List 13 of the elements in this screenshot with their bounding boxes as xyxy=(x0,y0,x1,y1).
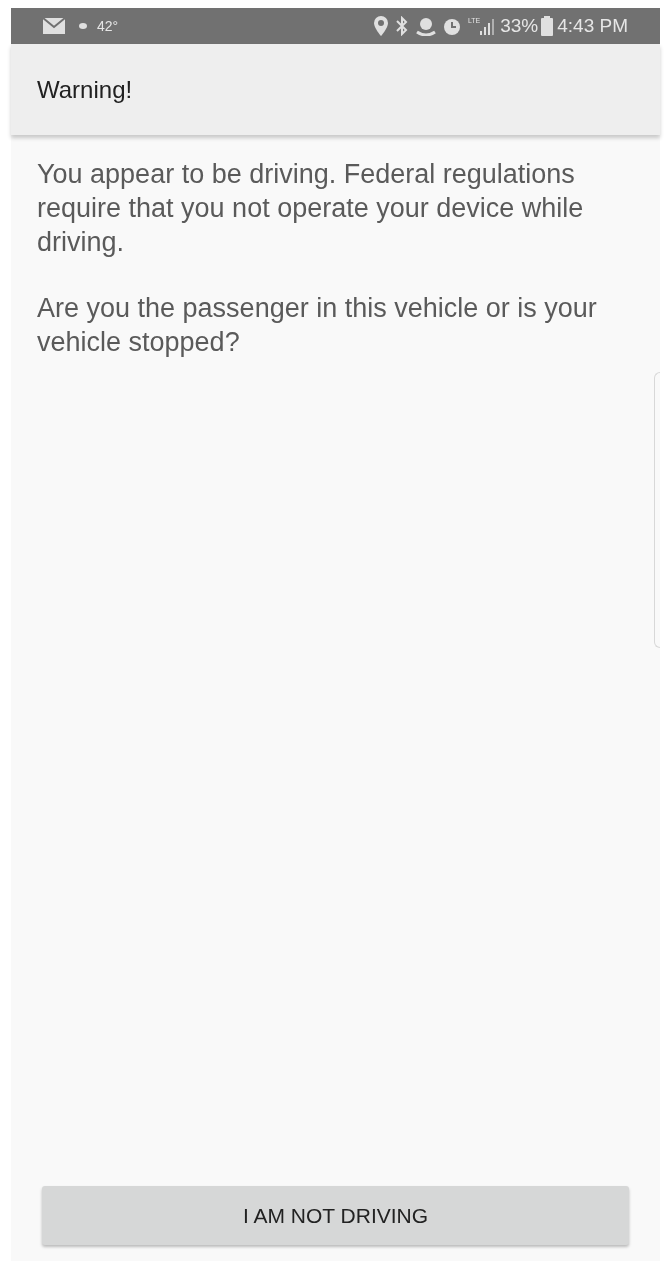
mail-icon xyxy=(43,18,65,34)
alarm-icon xyxy=(441,16,462,36)
clock-time: 4:43 PM xyxy=(557,13,628,38)
message-paragraph: Are you the passenger in this vehicle or is your vehicle stopped? xyxy=(37,292,598,359)
bluetooth-icon xyxy=(393,16,410,36)
message-paragraph: You appear to be driving. Federal regulations require that you not operate your device while driving. xyxy=(37,158,585,259)
location-icon xyxy=(373,16,388,36)
temperature: 42° xyxy=(97,16,119,36)
battery-percent: 33% xyxy=(500,13,539,38)
battery-icon xyxy=(541,16,554,36)
signal-icon xyxy=(480,17,495,35)
not-driving-button[interactable]: I AM NOT DRIVING xyxy=(42,1186,629,1245)
dialog-title: Warning! xyxy=(37,74,133,105)
